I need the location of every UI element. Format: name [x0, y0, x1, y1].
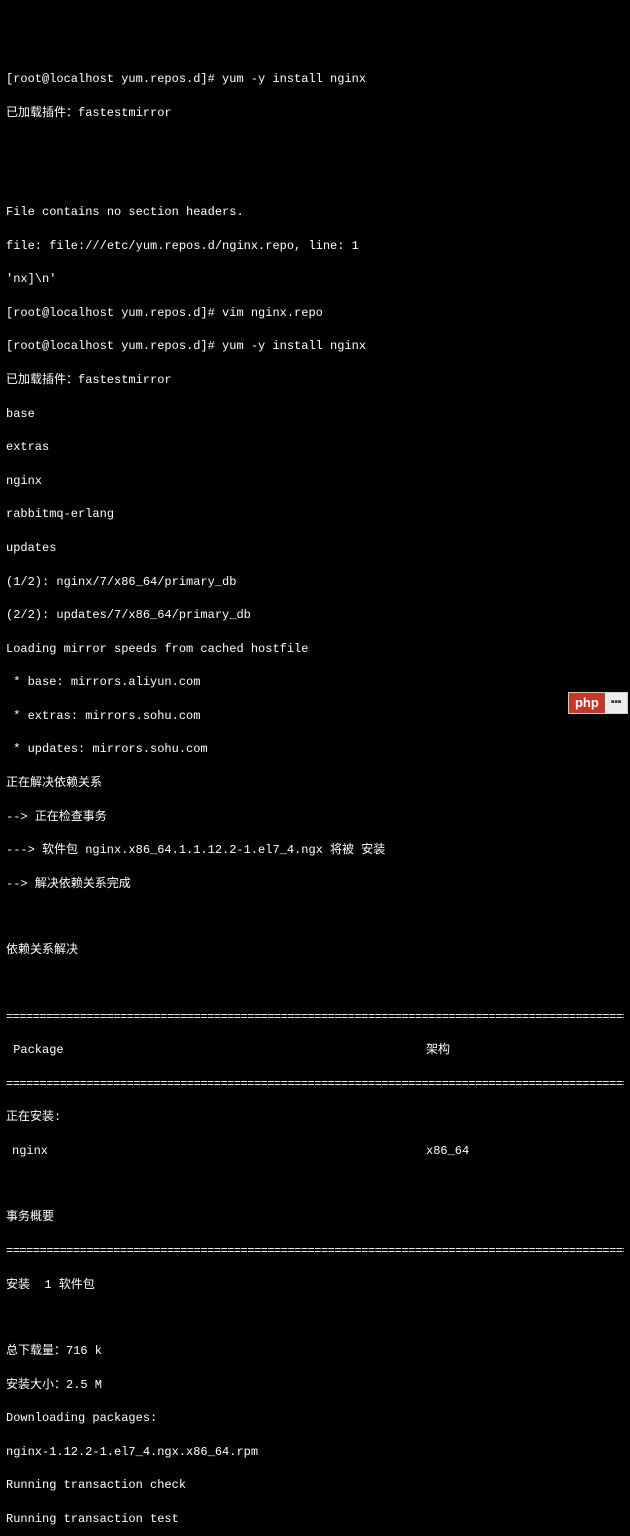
- terminal-line: rabbitmq-erlang: [6, 506, 624, 523]
- cell-package: nginx: [6, 1143, 426, 1160]
- terminal-line: 正在解决依赖关系: [6, 775, 624, 792]
- blank-line: [6, 976, 624, 992]
- blank-line: [6, 1310, 624, 1326]
- blank-line: [6, 909, 624, 925]
- blank-line: [6, 1177, 624, 1193]
- terminal-line: ---> 软件包 nginx.x86_64.1.1.12.2-1.el7_4.n…: [6, 842, 624, 859]
- table-header-row: Package 架构: [6, 1042, 624, 1059]
- terminal-line: 已加载插件：fastestmirror: [6, 105, 624, 122]
- terminal-line: 'nx]\n': [6, 271, 624, 288]
- terminal-line: 安装 1 软件包: [6, 1277, 624, 1294]
- terminal-line: [root@localhost yum.repos.d]# yum -y ins…: [6, 338, 624, 355]
- logo-cn-text: ▪▪▪: [605, 693, 627, 713]
- blank-line: [6, 171, 624, 187]
- terminal-line: [root@localhost yum.repos.d]# vim nginx.…: [6, 305, 624, 322]
- terminal-line: * updates: mirrors.sohu.com: [6, 741, 624, 758]
- php-logo: php ▪▪▪: [568, 692, 628, 714]
- terminal-line: Downloading packages:: [6, 1410, 624, 1427]
- terminal-line: nginx-1.12.2-1.el7_4.ngx.x86_64.rpm: [6, 1444, 624, 1461]
- terminal-line: 依赖关系解决: [6, 942, 624, 959]
- terminal-line: Running transaction check: [6, 1477, 624, 1494]
- terminal-line: 安装大小：2.5 M: [6, 1377, 624, 1394]
- terminal-line: --> 解决依赖关系完成: [6, 876, 624, 893]
- rule-double: ========================================…: [6, 1076, 624, 1093]
- terminal-line: base: [6, 406, 624, 423]
- terminal-line: --> 正在检查事务: [6, 809, 624, 826]
- logo-php-text: php: [569, 693, 605, 713]
- rule-double: ========================================…: [6, 1009, 624, 1026]
- terminal-line: [root@localhost yum.repos.d]# yum -y ins…: [6, 71, 624, 88]
- cell-arch: x86_64: [426, 1143, 624, 1160]
- table-row: nginx x86_64: [6, 1143, 624, 1160]
- terminal-line: 正在安装:: [6, 1109, 624, 1126]
- terminal-line: updates: [6, 540, 624, 557]
- terminal-line: (1/2): nginx/7/x86_64/primary_db: [6, 574, 624, 591]
- terminal-line: * extras: mirrors.sohu.com: [6, 708, 624, 725]
- terminal-line: 事务概要: [6, 1209, 624, 1226]
- terminal-line: 已加载插件：fastestmirror: [6, 372, 624, 389]
- terminal-line: nginx: [6, 473, 624, 490]
- blank-line: [6, 138, 624, 154]
- rule-double: ========================================…: [6, 1243, 624, 1260]
- terminal-line: File contains no section headers.: [6, 204, 624, 221]
- terminal-line: Loading mirror speeds from cached hostfi…: [6, 641, 624, 658]
- terminal-line: file: file:///etc/yum.repos.d/nginx.repo…: [6, 238, 624, 255]
- terminal-line: (2/2): updates/7/x86_64/primary_db: [6, 607, 624, 624]
- terminal-line: * base: mirrors.aliyun.com: [6, 674, 624, 691]
- terminal-line: 总下载量：716 k: [6, 1343, 624, 1360]
- terminal-line: extras: [6, 439, 624, 456]
- terminal-line: Running transaction test: [6, 1511, 624, 1528]
- column-package: Package: [6, 1042, 426, 1059]
- column-arch: 架构: [426, 1042, 624, 1059]
